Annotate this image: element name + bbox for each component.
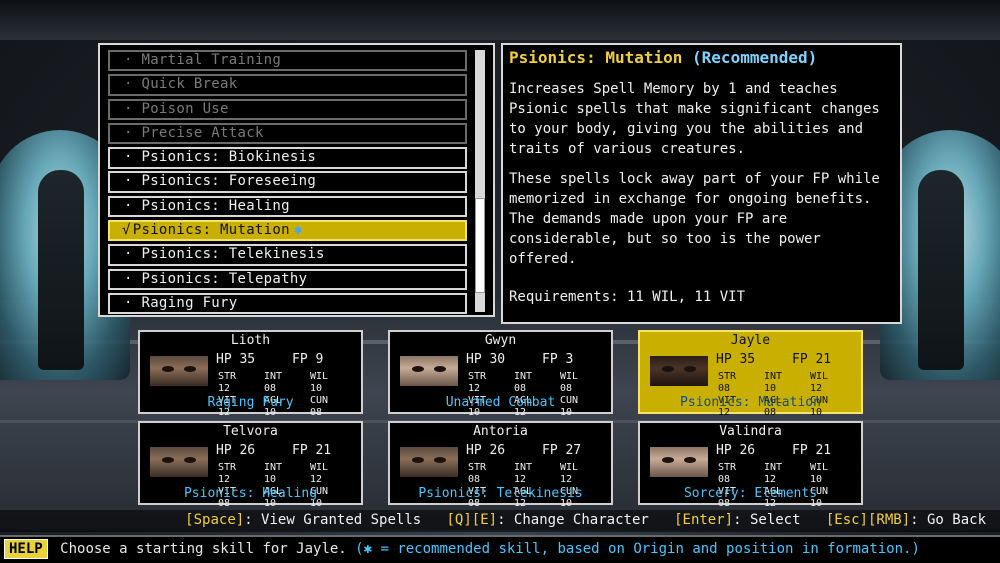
character-card-valindra[interactable]: Valindra HP 26 FP 21 STR 08INT 12WIL 10 V… (638, 421, 863, 509)
character-skill: Psionics: Mutation (680, 395, 821, 410)
hint-select[interactable]: [Enter]: Select (674, 512, 800, 528)
skill-label: Psionics: Telekinesis (141, 246, 325, 263)
hint-change-character[interactable]: [Q][E]: Change Character (447, 512, 649, 528)
character-name: Gwyn (484, 333, 517, 348)
character-portrait (150, 447, 208, 477)
skill-description-panel: Psionics: Mutation (Recommended) Increas… (501, 43, 902, 324)
character-name: Telvora (223, 424, 278, 439)
bullet-icon: · (124, 124, 133, 141)
character-portrait (400, 356, 458, 386)
figure-silhouette-left (38, 170, 84, 370)
help-bar: HELP Choose a starting skill for Jayle. … (0, 535, 1000, 563)
help-note: (✱ = recommended skill, based on Origin … (355, 541, 920, 557)
character-name: Lioth (230, 333, 271, 348)
skill-item-psionics-mutation[interactable]: √ Psionics: Mutation ✱ (108, 219, 467, 242)
scrollbar-thumb[interactable] (475, 198, 485, 293)
skill-item-psionics-foreseeing[interactable]: · Psionics: Foreseeing (108, 171, 467, 193)
character-skill: Sorcery: Elements (683, 486, 818, 501)
character-card-telvora[interactable]: Telvora HP 26 FP 21 STR 12INT 10WIL 12 VI… (138, 421, 363, 509)
requirements-text: Requirements: 11 WIL, 11 VIT (509, 289, 746, 305)
character-card-gwyn[interactable]: Gwyn HP 30 FP 3 STR 12INT 08WIL 08 VIT 10… (388, 330, 613, 418)
skill-label: Psionics: Mutation (132, 221, 290, 238)
character-skill: Psionics: Telekinesis (418, 486, 583, 501)
character-portrait (650, 356, 708, 386)
skill-item-raging-fury[interactable]: · Raging Fury (108, 292, 467, 315)
bullet-icon: · (124, 100, 133, 117)
bullet-icon: · (124, 76, 133, 93)
skill-label: Quick Break (141, 76, 238, 93)
character-name: Jayle (730, 333, 771, 348)
skill-item-psionics-telepathy[interactable]: · Psionics: Telepathy (108, 268, 467, 290)
description-title: Psionics: Mutation (Recommended) (509, 47, 894, 69)
skill-item-precise-attack[interactable]: · Precise Attack (108, 122, 467, 145)
check-icon: √ (122, 221, 131, 238)
skill-label: Precise Attack (141, 124, 264, 141)
bullet-icon: · (124, 197, 133, 214)
skill-item-psionics-healing[interactable]: · Psionics: Healing (108, 195, 467, 218)
character-portrait (650, 447, 708, 477)
character-card-lioth[interactable]: Lioth HP 35 FP 9 STR 12INT 08WIL 10 VIT 1… (138, 330, 363, 418)
character-card-antoria[interactable]: Antoria HP 26 FP 27 STR 08INT 12WIL 12 VI… (388, 421, 613, 509)
bullet-icon: · (124, 294, 133, 311)
skill-label: Psionics: Telepathy (141, 270, 308, 287)
character-name: Antoria (473, 424, 528, 439)
skill-item-quick-break[interactable]: · Quick Break (108, 74, 467, 96)
bullet-icon: · (124, 149, 133, 166)
description-paragraph-2: These spells lock away part of your FP w… (509, 171, 880, 267)
character-skill: Psionics: Healing (183, 486, 318, 501)
skill-label: Martial Training (141, 52, 282, 68)
bullet-icon: · (124, 173, 133, 190)
figure-silhouette-right (918, 170, 964, 370)
help-tag: HELP (4, 539, 48, 559)
skill-list: · Martial Training · Quick Break · Poiso… (108, 50, 467, 317)
hint-view-spells[interactable]: [Space]: View Granted Spells (185, 512, 421, 528)
skill-label: Psionics: Foreseeing (141, 173, 317, 190)
skill-list-panel: · Martial Training · Quick Break · Poiso… (98, 43, 495, 317)
help-text: Choose a starting skill for Jayle. (60, 541, 347, 557)
hint-go-back[interactable]: [Esc][RMB]: Go Back (826, 512, 986, 528)
character-portrait (150, 356, 208, 386)
skill-name: Psionics: Mutation (509, 48, 683, 67)
skill-item-psionics-biokinesis[interactable]: · Psionics: Biokinesis (108, 147, 467, 169)
recommended-tag: (Recommended) (692, 48, 818, 67)
keyboard-hints: [Space]: View Granted Spells [Q][E]: Cha… (0, 510, 1000, 532)
recommended-icon: ✱ (293, 221, 303, 238)
ceiling (0, 0, 1000, 40)
bullet-icon: · (124, 246, 133, 263)
bullet-icon: · (124, 52, 133, 68)
character-skill: Unarmed Combat (445, 395, 556, 410)
description-paragraph-1: Increases Spell Memory by 1 and teaches … (509, 81, 880, 157)
skill-item-poison-use[interactable]: · Poison Use (108, 98, 467, 120)
skill-label: Psionics: Biokinesis (141, 149, 317, 166)
skill-label: Poison Use (141, 100, 229, 117)
skill-label: Raging Fury (141, 294, 238, 311)
skill-label: Psionics: Healing (141, 197, 290, 214)
character-card-jayle[interactable]: Jayle HP 35 FP 21 STR 08INT 10WIL 12 VIT … (638, 330, 863, 418)
character-portrait (400, 447, 458, 477)
skill-item-psionics-telekinesis[interactable]: · Psionics: Telekinesis (108, 244, 467, 266)
bullet-icon: · (124, 270, 133, 287)
skill-item-martial-training[interactable]: · Martial Training (108, 50, 467, 72)
character-skill: Raging Fury (207, 395, 294, 410)
character-name: Valindra (719, 424, 782, 439)
